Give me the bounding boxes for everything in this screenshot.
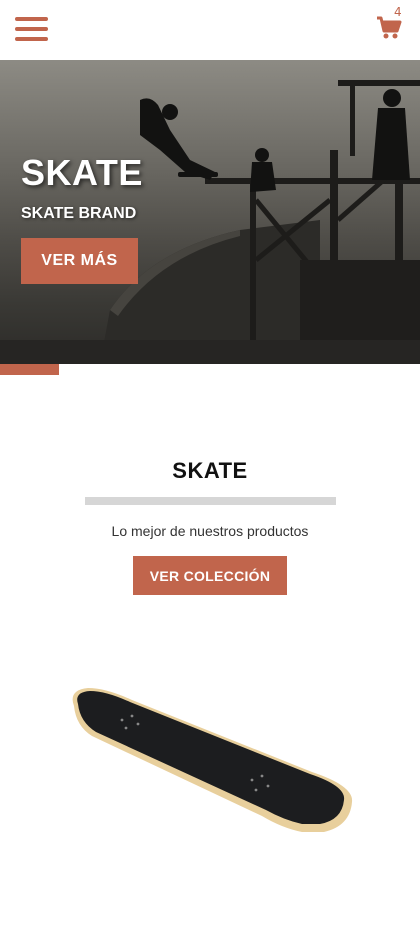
hero-title: SKATE: [21, 152, 143, 193]
section-tagline: Lo mejor de nuestros productos: [111, 523, 309, 539]
ver-mas-button[interactable]: VER MÁS: [21, 238, 138, 284]
accent-strip: [0, 364, 59, 375]
hero-subtitle: SKATE BRAND: [21, 205, 137, 222]
header: 4: [0, 0, 420, 60]
cart-button[interactable]: 4: [376, 5, 406, 44]
ver-coleccion-button[interactable]: VER COLECCIÓN: [133, 556, 287, 595]
hero-banner: SKATE SKATE BRAND VER MÁS: [0, 60, 420, 364]
shopping-cart-icon: [377, 16, 402, 39]
section-title: SKATE: [172, 458, 248, 483]
hamburger-menu-icon[interactable]: [15, 17, 48, 41]
skateboard-product-image[interactable]: [62, 676, 358, 836]
section-divider: [85, 497, 336, 505]
cart-count-badge: 4: [394, 5, 402, 19]
